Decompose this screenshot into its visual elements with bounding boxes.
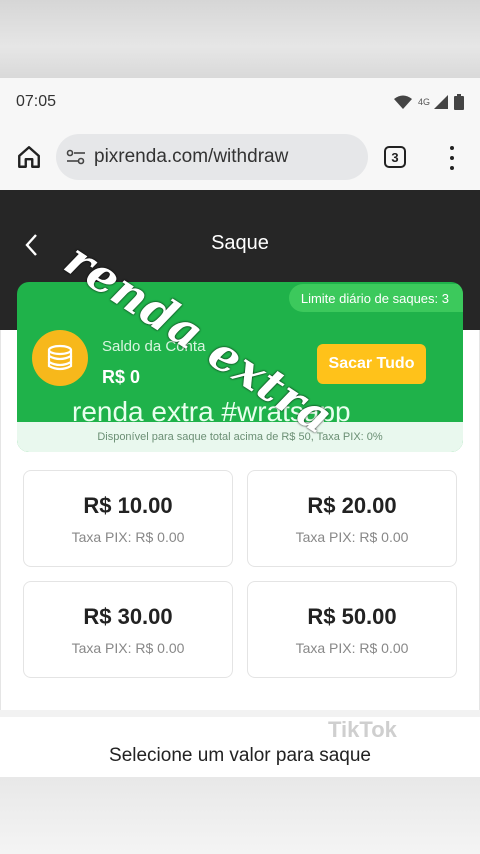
- amount-grid: R$ 10.00 Taxa PIX: R$ 0.00 R$ 20.00 Taxa…: [23, 470, 457, 678]
- network-label: 4G: [417, 97, 430, 107]
- background-blur: [0, 0, 480, 78]
- browser-toolbar: pixrenda.com/withdraw 3: [0, 126, 480, 190]
- status-bar: 07:05 4G: [0, 78, 480, 126]
- amount-fee: Taxa PIX: R$ 0.00: [295, 639, 409, 656]
- signal-icon: [434, 95, 448, 109]
- available-info: Disponível para saque total acima de R$ …: [17, 422, 463, 452]
- coins-icon: [32, 330, 88, 386]
- daily-limit-badge: Limite diário de saques: 3: [288, 284, 463, 312]
- amount-fee: Taxa PIX: R$ 0.00: [295, 528, 409, 545]
- tiktok-watermark: TikTok: [328, 717, 397, 742]
- amount-fee: Taxa PIX: R$ 0.00: [71, 528, 185, 545]
- amount-fee: Taxa PIX: R$ 0.00: [71, 639, 185, 656]
- url-text: pixrenda.com/withdraw: [94, 146, 289, 167]
- status-icons: 4G: [393, 94, 464, 110]
- amount-option-30[interactable]: R$ 30.00 Taxa PIX: R$ 0.00: [23, 581, 233, 678]
- wifi-icon: [393, 95, 412, 109]
- background-blur-bottom: [0, 777, 480, 854]
- amount-option-10[interactable]: R$ 10.00 Taxa PIX: R$ 0.00: [23, 470, 233, 567]
- amount-option-50[interactable]: R$ 50.00 Taxa PIX: R$ 0.00: [247, 581, 457, 678]
- amount-value: R$ 10.00: [83, 492, 173, 518]
- more-options-icon[interactable]: [443, 146, 461, 170]
- amount-value: R$ 30.00: [83, 603, 173, 629]
- home-icon[interactable]: [16, 144, 42, 170]
- site-settings-icon[interactable]: [66, 149, 86, 165]
- clock: 07:05: [16, 93, 57, 110]
- tab-switcher-button[interactable]: 3: [384, 146, 406, 168]
- address-bar[interactable]: pixrenda.com/withdraw: [56, 134, 368, 180]
- bottom-panel: TikTok Selecione um valor para saque: [0, 717, 480, 777]
- withdraw-all-button[interactable]: Sacar Tudo: [317, 344, 426, 384]
- battery-icon: [454, 94, 464, 110]
- select-amount-prompt: Selecione um valor para saque: [109, 745, 371, 766]
- amount-option-20[interactable]: R$ 20.00 Taxa PIX: R$ 0.00: [247, 470, 457, 567]
- amount-value: R$ 20.00: [307, 492, 397, 518]
- amount-value: R$ 50.00: [307, 603, 397, 629]
- balance-value: R$ 0: [102, 367, 141, 387]
